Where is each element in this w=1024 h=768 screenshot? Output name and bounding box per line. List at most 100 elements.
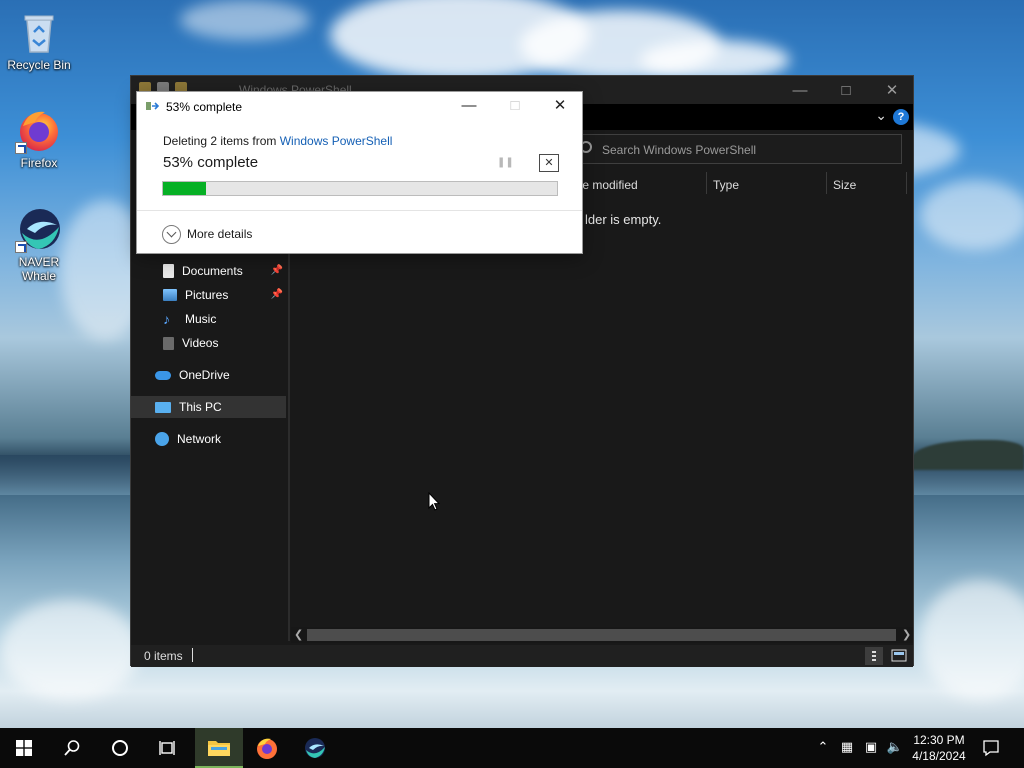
maximize-button[interactable]: □ [823,76,869,104]
cancel-button[interactable]: ✕ [539,154,559,172]
help-button[interactable]: ? [893,109,909,125]
chevron-down-icon [162,224,181,244]
operation-description: Deleting 2 items from Windows PowerShell [163,134,392,148]
nav-item-onedrive[interactable]: OneDrive [131,364,287,386]
empty-folder-message: lder is empty. [585,212,662,227]
taskbar: ⌃ ▦ ▣ 🔈 12:30 PM 4/18/2024 [0,728,1024,768]
nav-item-documents[interactable]: Documents 📌 [131,260,287,282]
nav-item-label: Documents [182,264,243,278]
scroll-left-icon[interactable]: ❮ [294,628,303,641]
network-status-icon[interactable]: ▣ [862,739,880,757]
nav-item-music[interactable]: ♪ Music [131,308,287,330]
nav-item-label: OneDrive [179,368,230,382]
dialog-titlebar[interactable]: 53% complete — □ ✕ [137,92,582,120]
desktop-icon-label: NAVER Whale [18,255,60,283]
nav-item-label: Pictures [185,288,229,302]
onedrive-icon [155,370,171,380]
item-count: 0 items [144,649,183,663]
file-operation-icon [146,102,160,110]
system-clock[interactable]: 12:30 PM 4/18/2024 [900,732,978,764]
more-details-toggle[interactable]: More details [162,224,252,244]
progress-bar-fill [163,182,207,195]
shortcut-arrow-icon [15,142,27,154]
nav-item-pictures[interactable]: Pictures 📌 [131,284,287,306]
windows-logo-icon [16,740,32,756]
column-type[interactable]: Type [713,178,739,192]
nav-item-network[interactable]: Network [131,428,287,450]
status-bar: 0 items [131,645,913,667]
naver-whale-icon [15,205,63,253]
task-view-icon [159,741,175,755]
column-date-modified[interactable]: te modified [579,178,638,192]
description-text: Deleting 2 items from [163,134,280,148]
taskbar-naver-whale[interactable] [291,728,339,768]
status-separator [192,648,193,662]
more-details-label: More details [187,227,253,241]
recycle-bin-icon [15,8,63,56]
dialog-maximize-button: □ [510,97,520,114]
desktop-icon-recycle-bin[interactable]: Recycle Bin [1,8,77,72]
source-folder-link[interactable]: Windows PowerShell [280,134,393,148]
nav-item-this-pc[interactable]: This PC [131,396,286,418]
scroll-right-icon[interactable]: ❯ [902,628,911,641]
column-separator[interactable] [826,172,827,194]
pin-icon: 📌 [270,265,283,276]
task-view-button[interactable] [144,728,192,768]
dialog-minimize-button[interactable]: — [454,96,484,116]
taskbar-firefox[interactable] [243,728,291,768]
desktop-icon-label: Firefox [20,156,58,170]
column-size[interactable]: Size [833,178,856,192]
notification-icon [983,740,999,757]
action-center-button[interactable] [968,728,1014,768]
desktop-icon-firefox[interactable]: Firefox [1,106,77,170]
taskbar-file-explorer[interactable] [195,728,243,768]
pictures-icon [163,289,177,301]
expand-ribbon-icon[interactable]: ⌄ [875,107,887,124]
search-button[interactable] [48,728,96,768]
search-input[interactable]: Search Windows PowerShell [571,134,902,164]
clock-date: 4/18/2024 [912,749,966,763]
minimize-button[interactable]: — [777,76,823,104]
nav-item-label: Videos [182,336,219,350]
folder-icon [208,741,230,756]
computer-icon [155,401,171,413]
firefox-icon [257,738,277,759]
dialog-close-button[interactable]: ✕ [545,96,575,116]
documents-icon [163,264,174,278]
music-icon: ♪ [163,311,170,327]
cortana-button[interactable] [96,728,144,768]
search-placeholder: Search Windows PowerShell [602,143,757,157]
network-icon [155,432,169,446]
show-hidden-icons-chevron-up-icon[interactable]: ⌃ [814,739,832,757]
progress-percent: 53% complete [163,154,259,171]
clock-time: 12:30 PM [913,733,965,747]
delete-progress-dialog: 53% complete — □ ✕ Deleting 2 items from… [136,91,583,254]
naver-whale-icon [305,738,325,758]
desktop-icon-naver-whale[interactable]: NAVER Whale [1,205,77,283]
dialog-divider [137,210,582,211]
desktop-icon-label: Recycle Bin [7,58,71,72]
nav-item-label: This PC [179,400,222,414]
videos-icon [163,336,174,350]
close-button[interactable]: ✕ [869,76,915,104]
cortana-icon [112,740,128,756]
scrollbar-thumb[interactable] [307,629,896,641]
start-button[interactable] [0,728,48,768]
column-separator[interactable] [706,172,707,194]
column-separator[interactable] [906,172,907,194]
nav-item-label: Music [185,312,217,326]
details-view-button[interactable] [865,647,883,665]
security-alert-icon[interactable]: ▦ [838,739,856,757]
nav-item-videos[interactable]: Videos [131,332,287,354]
dialog-title: 53% complete [166,100,243,114]
search-icon [64,740,80,756]
pause-button[interactable]: ❚❚ [497,157,514,169]
progress-bar [162,181,558,196]
firefox-icon [15,106,63,154]
pin-icon: 📌 [270,289,283,300]
navigation-pane: Documents 📌 Pictures 📌 ♪ Music Videos On… [131,256,288,641]
nav-item-label: Network [177,432,222,446]
horizontal-scrollbar[interactable]: ❮ ❯ [291,627,913,643]
shortcut-arrow-icon [15,241,27,253]
large-icons-view-button[interactable] [890,647,908,665]
